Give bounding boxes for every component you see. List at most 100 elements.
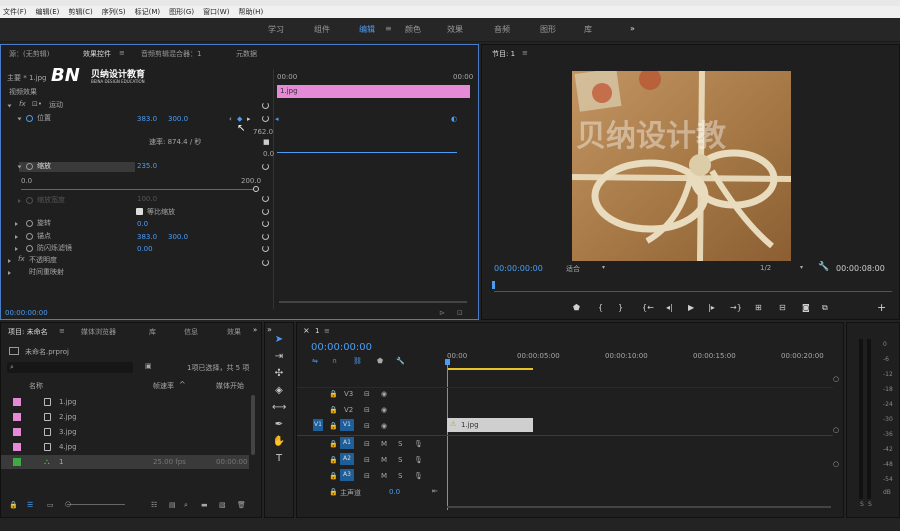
zoom-slider-thumb[interactable]: ○ bbox=[65, 500, 71, 508]
label-color-swatch[interactable] bbox=[13, 428, 21, 436]
flicker-value[interactable]: 0.00 bbox=[137, 245, 153, 257]
label-color-swatch[interactable] bbox=[13, 413, 21, 421]
menu-edit[interactable]: 编辑(E) bbox=[36, 7, 60, 17]
program-scrub-bar[interactable] bbox=[494, 291, 892, 292]
workspace-editing-menu-icon[interactable]: ≡ bbox=[385, 24, 392, 33]
v2-sync-icon[interactable]: ⊟ bbox=[364, 406, 370, 414]
list-view-icon[interactable]: ☰ bbox=[27, 501, 33, 509]
workspace-assembly[interactable]: 组件 bbox=[314, 24, 330, 35]
menu-window[interactable]: 窗口(W) bbox=[203, 7, 229, 17]
ec-export-icon[interactable]: ⊡ bbox=[457, 309, 463, 321]
workspace-audio[interactable]: 音频 bbox=[494, 24, 510, 35]
a2-solo[interactable]: S bbox=[398, 456, 402, 464]
rotation-expand-icon[interactable] bbox=[15, 222, 18, 226]
menu-clip[interactable]: 剪辑(C) bbox=[68, 7, 92, 17]
tab-sequence[interactable]: 1 bbox=[315, 327, 319, 335]
automate-to-sequence-icon[interactable]: ▤ bbox=[169, 501, 176, 509]
v1-eye-icon[interactable]: ◉ bbox=[381, 422, 387, 430]
a3-solo[interactable]: S bbox=[398, 472, 402, 480]
track-select-tool-icon[interactable]: ⇥ bbox=[272, 351, 286, 363]
sort-icons-icon[interactable]: ☷ bbox=[151, 501, 157, 509]
rotation-reset-icon[interactable] bbox=[262, 220, 269, 227]
v1-lock-icon[interactable]: 🔒 bbox=[329, 422, 338, 430]
a3-lock-icon[interactable]: 🔒 bbox=[329, 472, 338, 480]
add-marker-timeline-icon[interactable]: ⬟ bbox=[377, 357, 383, 365]
a3-label[interactable]: A3 bbox=[340, 469, 354, 481]
scale-slider-thumb[interactable] bbox=[253, 186, 259, 192]
a1-sync-icon[interactable]: ⊟ bbox=[364, 440, 370, 448]
timeline-timecode[interactable]: 00:00:00:00 bbox=[311, 342, 372, 353]
position-reset-icon[interactable] bbox=[262, 115, 269, 122]
anchor-expand-icon[interactable] bbox=[15, 235, 18, 239]
scale-width-reset-icon[interactable] bbox=[262, 195, 269, 202]
step-forward-icon[interactable]: |▸ bbox=[708, 303, 715, 312]
a1-lock-icon[interactable]: 🔒 bbox=[329, 440, 338, 448]
list-item[interactable]: 1.jpg bbox=[1, 395, 249, 409]
program-menu-icon[interactable]: ≡ bbox=[522, 49, 528, 57]
label-color-swatch[interactable] bbox=[13, 398, 21, 406]
opacity-expand-icon[interactable] bbox=[8, 259, 11, 263]
play-icon[interactable]: ▶ bbox=[688, 303, 694, 312]
v3-sync-icon[interactable]: ⊟ bbox=[364, 390, 370, 398]
razor-tool-icon[interactable]: ◈ bbox=[272, 385, 286, 397]
position-y-value[interactable]: 300.0 bbox=[168, 115, 188, 127]
a2-mute[interactable]: M bbox=[381, 456, 387, 464]
label-color-swatch[interactable] bbox=[13, 443, 21, 451]
v1-label[interactable]: V1 bbox=[340, 419, 354, 431]
sort-ascending-icon[interactable]: ^ bbox=[179, 380, 186, 389]
new-bin-icon[interactable]: ▬ bbox=[201, 501, 208, 509]
ec-clip-bar[interactable]: 1.jpg bbox=[277, 85, 470, 98]
a2-mic-icon[interactable]: 🎙 bbox=[414, 456, 423, 464]
fit-dropdown[interactable]: 适合 bbox=[566, 264, 580, 274]
quality-dropdown[interactable]: 1/2 bbox=[760, 264, 771, 272]
keyframe-start-icon[interactable]: ◂ bbox=[275, 115, 279, 127]
new-item-icon[interactable]: ▧ bbox=[219, 501, 226, 509]
compare-view-icon[interactable]: ⧉ bbox=[822, 303, 828, 313]
a2-lock-icon[interactable]: 🔒 bbox=[329, 456, 338, 464]
tab-metadata[interactable]: 元数据 bbox=[236, 49, 257, 59]
scale-slider-track[interactable] bbox=[21, 189, 256, 190]
ec-scrollbar[interactable] bbox=[279, 301, 467, 303]
timeline-clip[interactable]: ⚠ 1.jpg bbox=[447, 418, 533, 432]
motion-transform-icon[interactable]: ⊡• bbox=[32, 100, 42, 112]
selection-tool-icon[interactable]: ➤ bbox=[272, 334, 286, 346]
position-expand-icon[interactable] bbox=[17, 117, 22, 121]
scale-expand-icon[interactable] bbox=[17, 165, 22, 169]
workspace-color[interactable]: 颜色 bbox=[405, 24, 421, 35]
a1-solo[interactable]: S bbox=[398, 440, 402, 448]
tab-project[interactable]: 项目: 未命名 bbox=[8, 327, 48, 337]
uniform-scale-reset-icon[interactable] bbox=[262, 208, 269, 215]
export-frame-icon[interactable]: ◙ bbox=[802, 303, 810, 312]
tab-program[interactable]: 节目: 1 bbox=[492, 49, 515, 59]
a2-label[interactable]: A2 bbox=[340, 453, 354, 465]
list-item-selected[interactable]: ⛬ 1 25.00 fps 00:00:00 bbox=[1, 455, 249, 469]
keyframe-end-icon[interactable]: ◐ bbox=[451, 115, 457, 127]
workspace-graphics[interactable]: 图形 bbox=[540, 24, 556, 35]
flicker-expand-icon[interactable] bbox=[15, 247, 18, 251]
a3-mic-icon[interactable]: 🎙 bbox=[414, 472, 423, 480]
anchor-x-value[interactable]: 383.0 bbox=[137, 233, 157, 245]
find-icon[interactable]: ⌕ bbox=[184, 501, 188, 510]
fit-dropdown-chevron-icon[interactable]: ▾ bbox=[602, 264, 605, 271]
project-search-input[interactable]: ⌕ bbox=[7, 362, 133, 373]
anchor-reset-icon[interactable] bbox=[262, 233, 269, 240]
ripple-edit-tool-icon[interactable]: ✣ bbox=[272, 368, 286, 380]
rotation-stopwatch-icon[interactable] bbox=[26, 220, 33, 227]
workspace-effects[interactable]: 效果 bbox=[447, 24, 463, 35]
column-name[interactable]: 名称 bbox=[29, 381, 43, 391]
column-media-start[interactable]: 媒体开始 bbox=[216, 381, 244, 391]
ec-timecode[interactable]: 00:00:00:00 bbox=[5, 309, 48, 321]
flicker-stopwatch-icon[interactable] bbox=[26, 245, 33, 252]
rotation-value[interactable]: 0.0 bbox=[137, 220, 148, 232]
anchor-stopwatch-icon[interactable] bbox=[26, 233, 33, 240]
program-playhead[interactable] bbox=[492, 281, 495, 289]
v3-eye-icon[interactable]: ◉ bbox=[381, 390, 387, 398]
v2-lock-icon[interactable]: 🔒 bbox=[329, 406, 338, 414]
lock-icon[interactable]: 🔒 bbox=[9, 501, 18, 509]
label-color-swatch[interactable] bbox=[13, 458, 21, 466]
timeline-menu-icon[interactable]: ≡ bbox=[324, 327, 330, 335]
tab-audio-clip-mixer[interactable]: 音频剪辑混合器：1 bbox=[141, 49, 201, 59]
next-keyframe-icon[interactable]: ▸ bbox=[247, 115, 251, 127]
new-bin-from-search-icon[interactable]: ▣ bbox=[145, 362, 152, 370]
quality-dropdown-chevron-icon[interactable]: ▾ bbox=[800, 264, 803, 271]
